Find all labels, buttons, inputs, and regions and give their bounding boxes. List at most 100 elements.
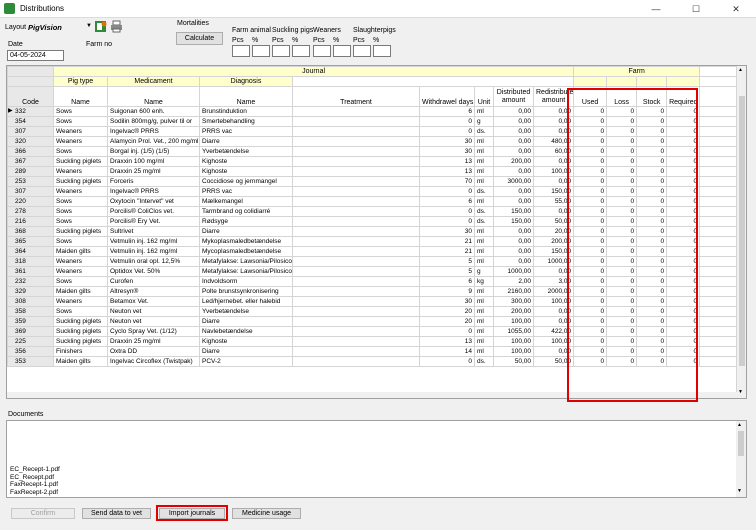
row-diagnosis[interactable]: Smertebehandling — [199, 116, 293, 127]
row-unit[interactable]: kg — [474, 276, 494, 287]
col-medicament-name[interactable]: Name — [107, 86, 200, 107]
row-diagnosis[interactable]: Diarre — [199, 346, 293, 357]
row-medicament[interactable]: Betamox Vet. — [107, 296, 200, 307]
row-unit[interactable]: g — [474, 266, 494, 277]
row-withdrawal-days[interactable]: 0 — [419, 186, 475, 197]
row-withdrawal-days[interactable]: 21 — [419, 246, 475, 257]
row-pig-type[interactable]: Sows — [53, 196, 108, 207]
date-field[interactable]: 04-05-2024 — [7, 50, 64, 61]
row-medicament[interactable]: Porcilis® Ery Vet. — [107, 216, 200, 227]
row-code[interactable]: 307 — [7, 186, 54, 197]
row-diagnosis[interactable]: Kighoste — [199, 156, 293, 167]
row-distributed[interactable]: 0,00 — [493, 146, 534, 157]
row-pig-type[interactable]: Weaners — [53, 126, 108, 137]
row-distributed[interactable]: 0,00 — [493, 136, 534, 147]
row-treatment[interactable] — [292, 226, 420, 237]
row-treatment[interactable] — [292, 176, 420, 187]
row-distributed[interactable]: 0,00 — [493, 166, 534, 177]
row-code[interactable]: 332 ▶ — [7, 106, 54, 117]
row-code[interactable]: 278 — [7, 206, 54, 217]
row-diagnosis[interactable]: Diarre — [199, 316, 293, 327]
row-pig-type[interactable]: Finishers — [53, 346, 108, 357]
row-withdrawal-days[interactable]: 13 — [419, 336, 475, 347]
row-medicament[interactable]: Vetmulin oral opl. 12,5% — [107, 256, 200, 267]
row-withdrawal-days[interactable]: 20 — [419, 306, 475, 317]
row-diagnosis[interactable]: Navlebetændelse — [199, 326, 293, 337]
row-distributed[interactable]: 0,00 — [493, 236, 534, 247]
row-code[interactable]: 318 — [7, 256, 54, 267]
row-distributed[interactable]: 0,00 — [493, 126, 534, 137]
row-unit[interactable]: ds. — [474, 216, 494, 227]
row-treatment[interactable] — [292, 106, 420, 117]
row-withdrawal-days[interactable]: 5 — [419, 266, 475, 277]
row-treatment[interactable] — [292, 246, 420, 257]
row-code[interactable]: 253 — [7, 176, 54, 187]
row-withdrawal-days[interactable]: 0 — [419, 126, 475, 137]
row-pig-type[interactable]: Sows — [53, 276, 108, 287]
row-unit[interactable]: ml — [474, 166, 494, 177]
row-diagnosis[interactable]: Mykoplasmaledbetændelse — [199, 236, 293, 247]
row-distributed[interactable]: 0,00 — [493, 226, 534, 237]
mortality-pcs-input[interactable] — [353, 45, 371, 57]
row-withdrawal-days[interactable]: 6 — [419, 196, 475, 207]
row-medicament[interactable]: Sultrivet — [107, 226, 200, 237]
medicine-usage-button[interactable]: Medicine usage — [232, 508, 301, 519]
col-pig-type-name[interactable]: Name — [53, 86, 108, 107]
row-code[interactable]: 367 — [7, 156, 54, 167]
row-treatment[interactable] — [292, 216, 420, 227]
col-distributed-amount[interactable]: Distributed amount — [493, 86, 534, 107]
row-treatment[interactable] — [292, 256, 420, 267]
row-unit[interactable]: ds. — [474, 356, 494, 367]
row-diagnosis[interactable]: Yverbetændelse — [199, 306, 293, 317]
row-distributed[interactable]: 0,00 — [493, 256, 534, 267]
row-pig-type[interactable]: Sows — [53, 106, 108, 117]
row-withdrawal-days[interactable]: 5 — [419, 256, 475, 267]
confirm-button[interactable]: Confirm — [11, 508, 75, 519]
row-code[interactable]: 366 — [7, 146, 54, 157]
row-pig-type[interactable]: Weaners — [53, 186, 108, 197]
row-medicament[interactable]: Vetmulin inj. 162 mg/ml — [107, 246, 200, 257]
row-unit[interactable]: ml — [474, 296, 494, 307]
row-pig-type[interactable]: Weaners — [53, 296, 108, 307]
row-distributed[interactable]: 300,00 — [493, 296, 534, 307]
col-treatment[interactable]: Treatment — [292, 86, 420, 107]
row-diagnosis[interactable]: Mælkemangel — [199, 196, 293, 207]
mortality-pct-input[interactable] — [292, 45, 310, 57]
row-withdrawal-days[interactable]: 13 — [419, 166, 475, 177]
row-medicament[interactable]: Draxxin 25 mg/ml — [107, 336, 200, 347]
row-treatment[interactable] — [292, 276, 420, 287]
row-treatment[interactable] — [292, 266, 420, 277]
row-treatment[interactable] — [292, 146, 420, 157]
row-diagnosis[interactable]: PRRS vac — [199, 186, 293, 197]
row-pig-type[interactable]: Sows — [53, 236, 108, 247]
col-unit[interactable]: Unit — [474, 86, 494, 107]
row-distributed[interactable]: 2160,00 — [493, 286, 534, 297]
row-withdrawal-days[interactable]: 70 — [419, 176, 475, 187]
row-medicament[interactable]: Oxtra DD — [107, 346, 200, 357]
row-diagnosis[interactable]: Brunstinduktion — [199, 106, 293, 117]
row-distributed[interactable]: 1000,00 — [493, 266, 534, 277]
row-withdrawal-days[interactable]: 0 — [419, 356, 475, 367]
row-unit[interactable]: g — [474, 116, 494, 127]
row-diagnosis[interactable]: Rødsyge — [199, 216, 293, 227]
row-treatment[interactable] — [292, 286, 420, 297]
row-diagnosis[interactable]: Diarre — [199, 136, 293, 147]
row-unit[interactable]: ds. — [474, 206, 494, 217]
document-item[interactable]: FaxRecept-1.pdf — [10, 481, 58, 488]
row-code[interactable]: 232 — [7, 276, 54, 287]
row-unit[interactable]: ml — [474, 316, 494, 327]
row-treatment[interactable] — [292, 156, 420, 167]
documents-scroll-thumb[interactable] — [738, 431, 744, 456]
row-diagnosis[interactable]: Yverbetændelse — [199, 146, 293, 157]
row-unit[interactable]: ml — [474, 146, 494, 157]
row-withdrawal-days[interactable]: 6 — [419, 106, 475, 117]
document-item[interactable]: FaxRecept-2.pdf — [10, 489, 58, 496]
row-code[interactable]: 353 — [7, 356, 54, 367]
row-diagnosis[interactable]: Kighoste — [199, 166, 293, 177]
row-unit[interactable]: ds. — [474, 126, 494, 137]
row-treatment[interactable] — [292, 206, 420, 217]
maximize-button[interactable]: ☐ — [676, 0, 716, 18]
row-pig-type[interactable]: Weaners — [53, 136, 108, 147]
row-distributed[interactable]: 0,00 — [493, 116, 534, 127]
row-distributed[interactable]: 50,00 — [493, 356, 534, 367]
